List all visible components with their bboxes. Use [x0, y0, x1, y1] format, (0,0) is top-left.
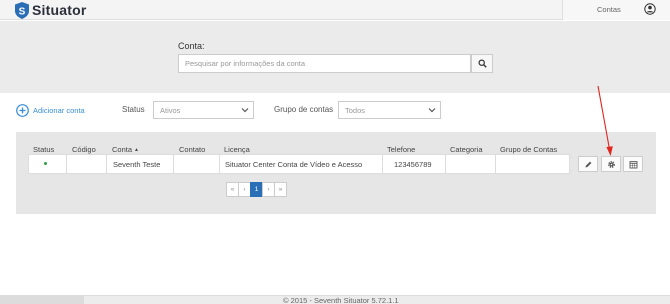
add-account-label: Adicionar conta	[33, 106, 85, 115]
nav-contas-link[interactable]: Contas	[597, 5, 621, 14]
cell-divider	[173, 154, 174, 174]
group-filter-label: Grupo de contas	[274, 105, 334, 114]
column-header-conta[interactable]: Conta ▲	[112, 145, 139, 154]
app-logo[interactable]: S Situator	[15, 1, 87, 19]
cell-divider	[445, 154, 446, 174]
svg-text:S: S	[19, 6, 26, 17]
group-select[interactable]: Todos	[338, 101, 441, 119]
nav-account-area: Contas	[562, 0, 670, 20]
cell-divider	[219, 154, 220, 174]
search-icon	[478, 59, 487, 68]
pencil-icon	[585, 161, 591, 167]
column-header-conta-label: Conta	[112, 145, 133, 154]
horizontal-scrollbar[interactable]	[0, 296, 84, 304]
cell-divider	[495, 154, 496, 174]
status-filter-label: Status	[122, 105, 145, 114]
cell-divider	[106, 154, 107, 174]
chevron-down-icon	[241, 108, 249, 113]
column-header-telefone[interactable]: Telefone	[387, 145, 415, 154]
footer: © 2015 - Seventh Situator 5.72.1.1	[0, 295, 670, 304]
annotation-arrow	[597, 85, 613, 156]
search-input[interactable]	[178, 54, 471, 73]
chevron-down-icon	[428, 108, 436, 113]
shield-logo-icon: S	[15, 1, 29, 19]
user-circle-icon[interactable]	[644, 3, 656, 15]
pagination-last[interactable]: »	[274, 182, 287, 197]
plus-circle-icon	[16, 104, 29, 117]
search-band: Conta:	[0, 21, 670, 93]
status-active-indicator	[44, 162, 47, 165]
cell-telefone: 123456789	[394, 160, 432, 169]
cell-conta: Seventh Teste	[113, 160, 161, 169]
column-header-contato[interactable]: Contato	[179, 145, 205, 154]
top-navbar: S Situator Contas	[0, 0, 670, 20]
footer-copyright: © 2015 - Seventh Situator 5.72.1.1	[283, 296, 399, 304]
search-button[interactable]	[471, 54, 493, 73]
column-header-grupo[interactable]: Grupo de Contas	[500, 145, 557, 154]
status-select-value: Ativos	[160, 106, 181, 115]
status-select[interactable]: Ativos	[153, 101, 254, 119]
add-account-button[interactable]: Adicionar conta	[16, 104, 85, 117]
pagination: « ‹ 1 › »	[226, 182, 287, 197]
app-name: Situator	[32, 2, 87, 18]
group-select-value: Todos	[345, 106, 366, 115]
schedule-button[interactable]	[623, 156, 643, 172]
cell-licenca: Situator Center Conta de Vídeo e Acesso	[225, 160, 363, 169]
column-header-licenca[interactable]: Licença	[224, 145, 250, 154]
sort-ascending-icon: ▲	[134, 147, 139, 153]
gear-icon	[607, 160, 615, 168]
column-header-categoria[interactable]: Categoria	[450, 145, 483, 154]
column-header-codigo[interactable]: Código	[72, 145, 96, 154]
search-label: Conta:	[178, 41, 205, 51]
cell-divider	[382, 154, 383, 174]
cell-divider	[66, 154, 67, 174]
calendar-icon	[629, 160, 637, 168]
column-header-status[interactable]: Status	[33, 145, 54, 154]
